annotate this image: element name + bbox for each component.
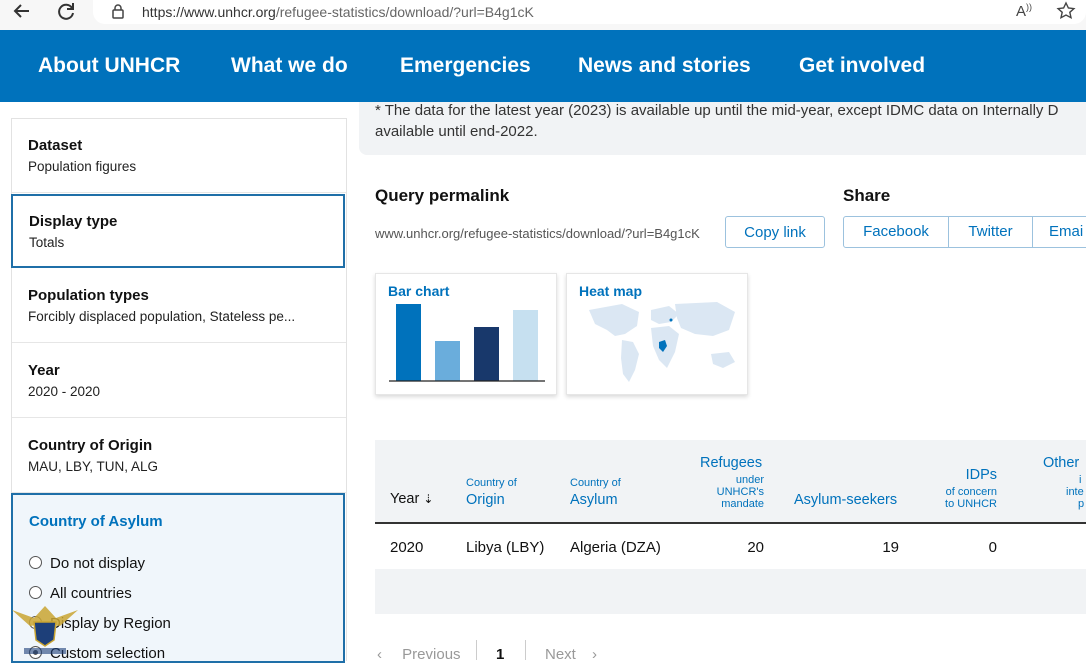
- header-refugees-sub1: under: [735, 474, 764, 486]
- previous-label: Previous: [402, 646, 461, 663]
- share-email-button[interactable]: Emai: [1033, 216, 1086, 248]
- chevron-right-icon: ›: [592, 646, 598, 663]
- reload-icon[interactable]: [55, 0, 77, 24]
- bar-chart-icon: [389, 304, 545, 382]
- radio-label: Do not display: [50, 555, 146, 572]
- cell-asylum-seekers: 19: [882, 539, 899, 556]
- filter-title: Country of Asylum: [29, 513, 163, 530]
- header-year-label: Year: [390, 491, 420, 507]
- pagination-divider: [476, 640, 477, 660]
- cell-idps: 0: [988, 539, 997, 556]
- next-label: Next: [545, 646, 576, 663]
- header-origin-sub: Country of: [466, 477, 517, 489]
- header-other-sub3: p: [1078, 498, 1085, 510]
- back-arrow-icon[interactable]: [11, 0, 33, 24]
- filter-title: Country of Origin: [28, 437, 153, 454]
- filter-country-of-origin[interactable]: Country of Origin MAU, LBY, TUN, ALG: [12, 419, 346, 493]
- notice-line-2: available until end-2022.: [375, 123, 538, 140]
- pagination-current-page[interactable]: 1: [496, 646, 504, 663]
- header-other-sub1: i: [1079, 474, 1082, 486]
- filter-title: Dataset: [28, 137, 83, 154]
- share-twitter-button[interactable]: Twitter: [949, 216, 1033, 248]
- heat-map-card[interactable]: Heat map: [566, 273, 748, 395]
- nav-get-involved[interactable]: Get involved: [799, 54, 925, 78]
- header-other-sub2: inte: [1066, 486, 1084, 498]
- cell-origin: Libya (LBY): [466, 539, 545, 556]
- pagination-previous[interactable]: ‹ Previous: [377, 646, 461, 663]
- url-domain: https://www.unhcr.org: [142, 4, 276, 20]
- radio-do-not-display[interactable]: Do not display: [29, 555, 145, 572]
- nav-about-unhcr[interactable]: About UNHCR: [38, 54, 180, 78]
- nav-emergencies[interactable]: Emergencies: [400, 54, 531, 78]
- filter-display-type[interactable]: Display type Totals: [11, 194, 345, 268]
- cell-asylum: Algeria (DZA): [570, 539, 661, 556]
- pagination-divider: [525, 640, 526, 660]
- nav-what-we-do[interactable]: What we do: [231, 54, 348, 78]
- url-path: /refugee-statistics/download/?url=B4g1cK: [275, 4, 534, 20]
- column-header-idps[interactable]: IDPs: [940, 467, 997, 483]
- main-navigation: About UNHCR What we do Emergencies News …: [0, 30, 1086, 102]
- filter-title: Display type: [29, 213, 118, 230]
- filter-value: 2020 - 2020: [28, 384, 101, 399]
- column-header-asylum-seekers[interactable]: Asylum-seekers: [794, 492, 897, 508]
- permalink-url: www.unhcr.org/refugee-statistics/downloa…: [375, 226, 700, 241]
- column-header-asylum[interactable]: Asylum: [570, 492, 618, 508]
- cell-year: 2020: [390, 539, 424, 556]
- bar-chart-card[interactable]: Bar chart: [375, 273, 557, 395]
- header-asylum-sub: Country of: [570, 477, 621, 489]
- filter-value: Forcibly displaced population, Stateless…: [28, 309, 296, 324]
- filter-title: Year: [28, 362, 60, 379]
- filter-population-types[interactable]: Population types Forcibly displaced popu…: [12, 269, 346, 343]
- browser-toolbar: https://www.unhcr.org/refugee-statistics…: [0, 0, 1086, 30]
- sort-descending-icon[interactable]: ⇣: [423, 492, 433, 506]
- copy-link-button[interactable]: Copy link: [725, 216, 825, 248]
- radio-circle-icon[interactable]: [29, 556, 42, 569]
- header-idps-sub1: of concern: [945, 486, 997, 498]
- filter-year[interactable]: Year 2020 - 2020: [12, 344, 346, 418]
- data-notice: * The data for the latest year (2023) is…: [359, 102, 1086, 155]
- url-text[interactable]: https://www.unhcr.org/refugee-statistics…: [142, 4, 534, 20]
- header-idps-sub2: to UNHCR: [945, 498, 997, 510]
- column-header-origin[interactable]: Origin: [466, 492, 505, 508]
- filter-dataset[interactable]: Dataset Population figures: [12, 119, 346, 193]
- watermark-logo-icon: [4, 596, 86, 660]
- column-header-year[interactable]: Year ⇣: [390, 491, 433, 507]
- filter-value: Population figures: [28, 159, 137, 174]
- nav-news-and-stories[interactable]: News and stories: [578, 54, 751, 78]
- header-refugees-sub3: mandate: [721, 498, 764, 510]
- notice-line-1: * The data for the latest year (2023) is…: [375, 102, 1059, 119]
- filter-value: Totals: [29, 235, 65, 250]
- favorite-star-icon[interactable]: [1056, 1, 1076, 26]
- chevron-left-icon: ‹: [377, 646, 382, 663]
- pagination-next[interactable]: Next ›: [545, 646, 597, 663]
- cell-refugees: 20: [747, 539, 764, 556]
- column-header-refugees[interactable]: Refugees: [700, 455, 762, 471]
- column-header-other[interactable]: Other: [1043, 455, 1079, 471]
- world-map-icon: [589, 302, 735, 382]
- lock-icon[interactable]: [111, 3, 125, 24]
- filter-value: MAU, LBY, TUN, ALG: [28, 459, 159, 474]
- filter-title: Population types: [28, 287, 149, 304]
- share-facebook-button[interactable]: Facebook: [843, 216, 949, 248]
- permalink-title: Query permalink: [375, 186, 510, 205]
- header-refugees-sub2: UNHCR's: [716, 486, 764, 498]
- share-title: Share: [843, 186, 891, 205]
- read-aloud-icon[interactable]: A)): [1016, 2, 1032, 20]
